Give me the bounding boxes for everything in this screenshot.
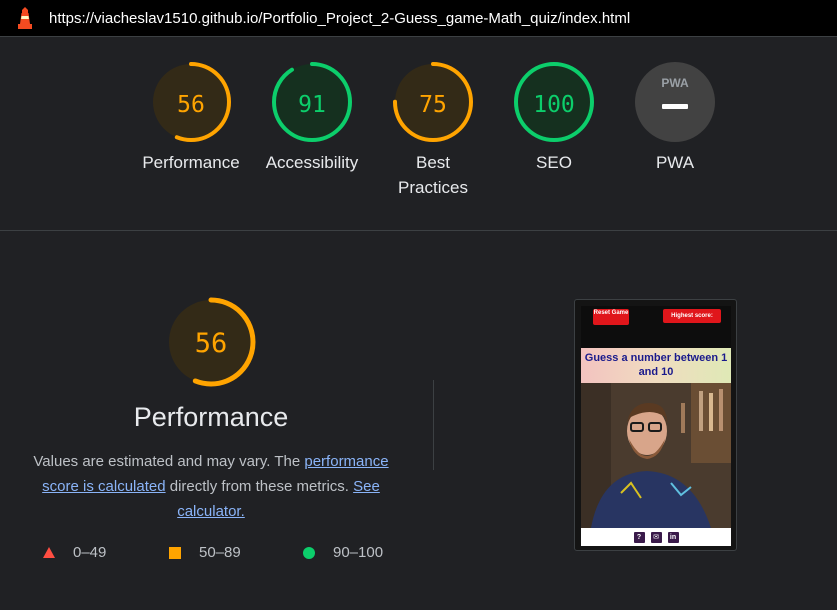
question-icon: ? — [633, 531, 645, 543]
pwa-badge: PWA — [661, 76, 689, 90]
section-divider — [0, 230, 837, 231]
gauge-ring-accessibility: 91 — [272, 62, 352, 142]
gauge-score: 56 — [177, 92, 205, 118]
vertical-divider — [433, 380, 434, 470]
thumb-heading: Guess a number between 1 and 10 — [581, 348, 731, 383]
gauge-ring-seo: 100 — [514, 62, 594, 142]
thumb-photo — [581, 383, 731, 528]
lighthouse-icon — [18, 7, 32, 29]
legend-pass: 90–100 — [303, 544, 383, 561]
legend-range: 50–89 — [199, 544, 241, 561]
envelope-icon: ✉ — [650, 531, 662, 543]
gauge-pwa[interactable]: PWA PWA — [614, 60, 736, 175]
legend-range: 0–49 — [73, 544, 107, 561]
category-gauges: 56 Performance 91 Accessibility 75 Best … — [130, 60, 730, 210]
gauge-ring-pwa: PWA — [635, 62, 715, 142]
legend-range: 90–100 — [333, 544, 384, 561]
performance-score: 56 — [195, 328, 228, 359]
linkedin-icon: in — [667, 531, 679, 543]
thumb-footer: ? ✉ in — [581, 528, 731, 546]
url-bar: https://viacheslav1510.github.io/Portfol… — [0, 0, 837, 37]
highest-score-button: Highest score: — [663, 309, 721, 323]
gauge-best-practices[interactable]: 75 Best Practices — [372, 60, 494, 200]
score-legend: 0–49 50–89 90–100 — [0, 544, 420, 564]
performance-gauge-large: 56 — [166, 297, 256, 387]
performance-description: Values are estimated and may vary. The p… — [25, 449, 397, 524]
square-icon — [169, 546, 181, 559]
screenshot-image: Reset Game Highest score: Guess a number… — [581, 306, 731, 546]
gauge-performance[interactable]: 56 Performance — [130, 60, 252, 175]
gauge-ring-best-practices: 75 — [393, 62, 473, 142]
legend-fail: 0–49 — [43, 544, 106, 561]
page-url: https://viacheslav1510.github.io/Portfol… — [49, 9, 631, 27]
gauge-label: PWA — [655, 153, 695, 172]
gauge-ring-performance: 56 — [151, 62, 231, 142]
description-text: directly from these metrics. — [165, 478, 354, 495]
gauge-score: 91 — [298, 92, 326, 118]
gauge-score: 75 — [419, 92, 447, 118]
gauge-label: SEO — [536, 153, 572, 172]
reset-game-button: Reset Game — [593, 309, 629, 325]
pwa-dash-icon — [662, 104, 688, 109]
gauge-seo[interactable]: 100 SEO — [493, 60, 615, 175]
gauge-accessibility[interactable]: 91 Accessibility — [251, 60, 373, 175]
performance-title: Performance — [133, 402, 289, 432]
legend-average: 50–89 — [169, 544, 241, 561]
gauge-label: Accessibility — [265, 153, 359, 172]
gauge-score: 100 — [533, 92, 575, 118]
description-text: Values are estimated and may vary. The — [33, 453, 305, 470]
circle-icon — [303, 546, 315, 559]
person-photo-icon — [581, 383, 731, 528]
gauge-label: Best Practices — [398, 153, 468, 197]
final-screenshot[interactable]: Reset Game Highest score: Guess a number… — [574, 299, 737, 551]
thumb-header: Reset Game Highest score: — [581, 306, 731, 348]
gauge-label: Performance — [142, 153, 240, 172]
triangle-icon — [43, 547, 55, 558]
